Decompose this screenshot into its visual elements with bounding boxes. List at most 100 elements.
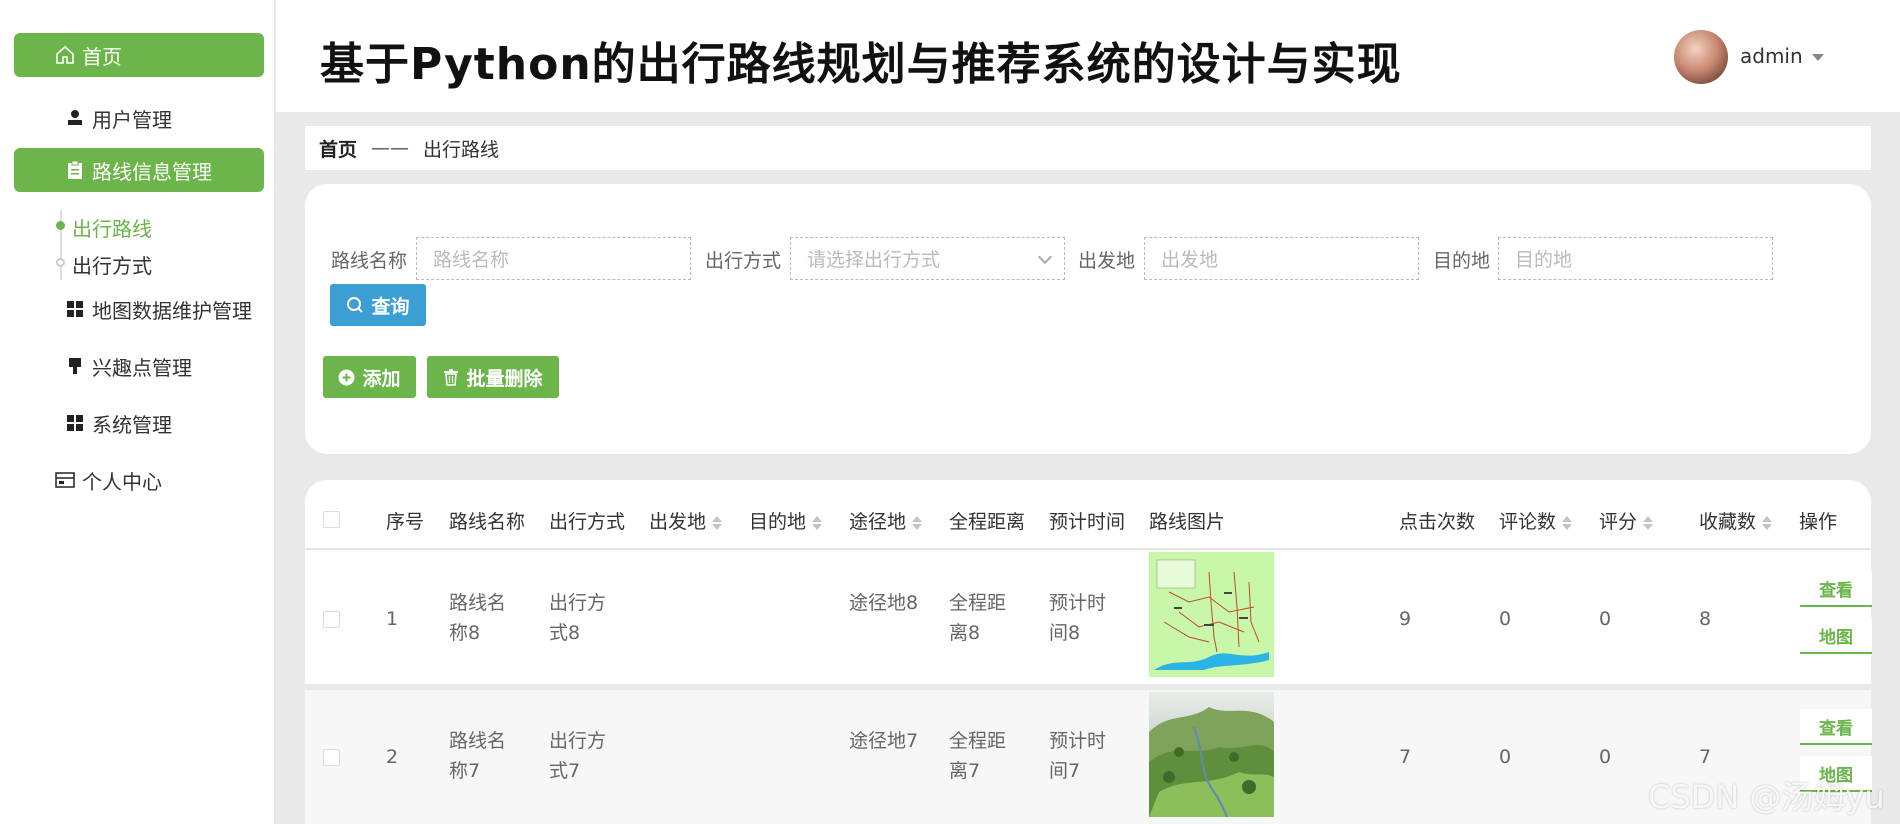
cell-via: 途径地8: [849, 592, 919, 614]
submenu-item-travel-modes[interactable]: 出行方式: [72, 250, 152, 279]
submenu-dot: [56, 258, 65, 267]
cell-index: 1: [386, 608, 399, 630]
select-all-checkbox[interactable]: [323, 511, 340, 528]
header: 基于Python的出行路线规划与推荐系统的设计与实现 admin: [276, 0, 1900, 112]
sidebar-item-label: 系统管理: [92, 412, 172, 437]
sidebar-item-home[interactable]: 首页: [14, 33, 264, 77]
query-button-label: 查询: [371, 295, 410, 318]
search-panel: [305, 184, 1871, 454]
column-header-label: 评分: [1599, 511, 1638, 533]
sidebar-item-users[interactable]: 用户管理: [14, 96, 264, 140]
cell-comments: 0: [1499, 746, 1512, 768]
submenu-dot: [56, 221, 65, 230]
sidebar-item-label: 用户管理: [92, 107, 172, 132]
sidebar-item-poi[interactable]: 兴趣点管理: [14, 344, 264, 388]
column-header-actions: 操作: [1799, 511, 1838, 533]
travel-mode-label: 出行方式: [705, 250, 782, 272]
grid-icon: [64, 412, 86, 434]
cell-comments: 0: [1499, 608, 1512, 630]
batch-delete-button[interactable]: 批量删除: [427, 356, 559, 398]
user-name[interactable]: admin: [1740, 44, 1803, 68]
breadcrumb-home[interactable]: 首页: [319, 135, 357, 162]
column-header-travel-mode: 出行方式: [549, 511, 626, 533]
route-name-input[interactable]: 路线名称: [416, 237, 691, 280]
card-icon: [54, 469, 76, 491]
origin-label: 出发地: [1078, 250, 1136, 272]
column-header-clicks[interactable]: 点击次数: [1399, 507, 1475, 534]
column-header-label: 出发地: [649, 511, 707, 533]
sidebar-item-label: 路线信息管理: [92, 159, 212, 184]
sort-icon[interactable]: [812, 515, 823, 531]
sidebar-item-system[interactable]: 系统管理: [14, 401, 264, 445]
query-button[interactable]: 查询: [330, 284, 426, 326]
user-icon: [64, 107, 86, 129]
row-checkbox[interactable]: [323, 749, 340, 766]
cell-route-name: 路线名称7: [449, 730, 507, 782]
column-header-index: 序号: [386, 511, 425, 533]
cell-distance: 全程距离7: [949, 730, 1007, 782]
map-button[interactable]: 地图: [1800, 618, 1872, 654]
cell-time: 预计时间7: [1049, 730, 1107, 782]
route-map-image[interactable]: [1149, 552, 1274, 677]
view-button[interactable]: 查看: [1800, 709, 1872, 745]
sidebar-item-profile[interactable]: 个人中心: [14, 458, 264, 502]
chevron-down-icon: [1037, 249, 1053, 265]
sidebar-item-label: 地图数据维护管理: [92, 298, 252, 323]
home-icon: [54, 44, 76, 66]
origin-input[interactable]: 出发地: [1144, 237, 1419, 280]
sort-icon[interactable]: [1643, 515, 1654, 531]
view-button[interactable]: 查看: [1800, 571, 1872, 607]
cell-distance: 全程距离8: [949, 592, 1007, 644]
sidebar-item-label: 个人中心: [82, 469, 162, 494]
column-header-label: 点击次数: [1399, 511, 1476, 533]
cell-favorites: 8: [1699, 608, 1712, 630]
plus-circle-icon: [338, 369, 355, 386]
sidebar-item-label: 首页: [82, 44, 122, 69]
caret-down-icon[interactable]: [1812, 54, 1824, 61]
column-header-origin[interactable]: 出发地: [649, 507, 723, 534]
page-title: 基于Python的出行路线规划与推荐系统的设计与实现: [320, 39, 1402, 90]
cell-time: 预计时间8: [1049, 592, 1107, 644]
add-button[interactable]: 添加: [323, 356, 416, 398]
column-header-distance: 全程距离: [949, 511, 1026, 533]
column-header-rating[interactable]: 评分: [1599, 507, 1654, 534]
cell-rating: 0: [1599, 746, 1612, 768]
column-header-destination[interactable]: 目的地: [749, 507, 823, 534]
column-header-favorites[interactable]: 收藏数: [1699, 507, 1773, 534]
destination-label: 目的地: [1433, 250, 1491, 272]
column-header-time: 预计时间: [1049, 511, 1126, 533]
submenu-item-travel-routes[interactable]: 出行路线: [72, 213, 152, 242]
travel-mode-placeholder: 请选择出行方式: [807, 249, 941, 271]
breadcrumb: 首页 —— 出行路线: [305, 126, 1871, 170]
cell-travel-mode: 出行方式8: [549, 592, 607, 644]
cell-travel-mode: 出行方式7: [549, 730, 607, 782]
sort-icon[interactable]: [712, 515, 723, 531]
sidebar-item-label: 兴趣点管理: [92, 355, 192, 380]
column-header-label: 评论数: [1499, 511, 1557, 533]
landscape-image[interactable]: [1149, 692, 1274, 818]
clipboard-icon: [64, 159, 86, 181]
column-header-label: 收藏数: [1699, 511, 1757, 533]
watermark: CSDN @汤姆yu: [1648, 778, 1885, 816]
cell-clicks: 7: [1399, 746, 1412, 768]
column-header-label: 途径地: [849, 511, 907, 533]
column-header-image: 路线图片: [1149, 511, 1226, 533]
search-icon: [346, 296, 364, 314]
row-checkbox[interactable]: [323, 611, 340, 628]
batch-delete-label: 批量删除: [466, 367, 543, 390]
destination-input[interactable]: 目的地: [1498, 237, 1773, 280]
cell-route-name: 路线名称8: [449, 592, 507, 644]
avatar[interactable]: [1674, 30, 1728, 84]
column-header-comments[interactable]: 评论数: [1499, 507, 1573, 534]
travel-mode-select[interactable]: 请选择出行方式: [790, 237, 1065, 280]
cell-rating: 0: [1599, 608, 1612, 630]
column-header-via[interactable]: 途径地: [849, 507, 923, 534]
sidebar-item-route-info[interactable]: 路线信息管理: [14, 148, 264, 192]
sort-icon[interactable]: [912, 515, 923, 531]
route-name-label: 路线名称: [331, 250, 408, 272]
sidebar-item-map-data[interactable]: 地图数据维护管理: [14, 287, 264, 331]
sort-icon[interactable]: [1762, 515, 1773, 531]
sort-icon[interactable]: [1562, 515, 1573, 531]
cell-favorites: 7: [1699, 746, 1712, 768]
cell-index: 2: [386, 746, 399, 768]
